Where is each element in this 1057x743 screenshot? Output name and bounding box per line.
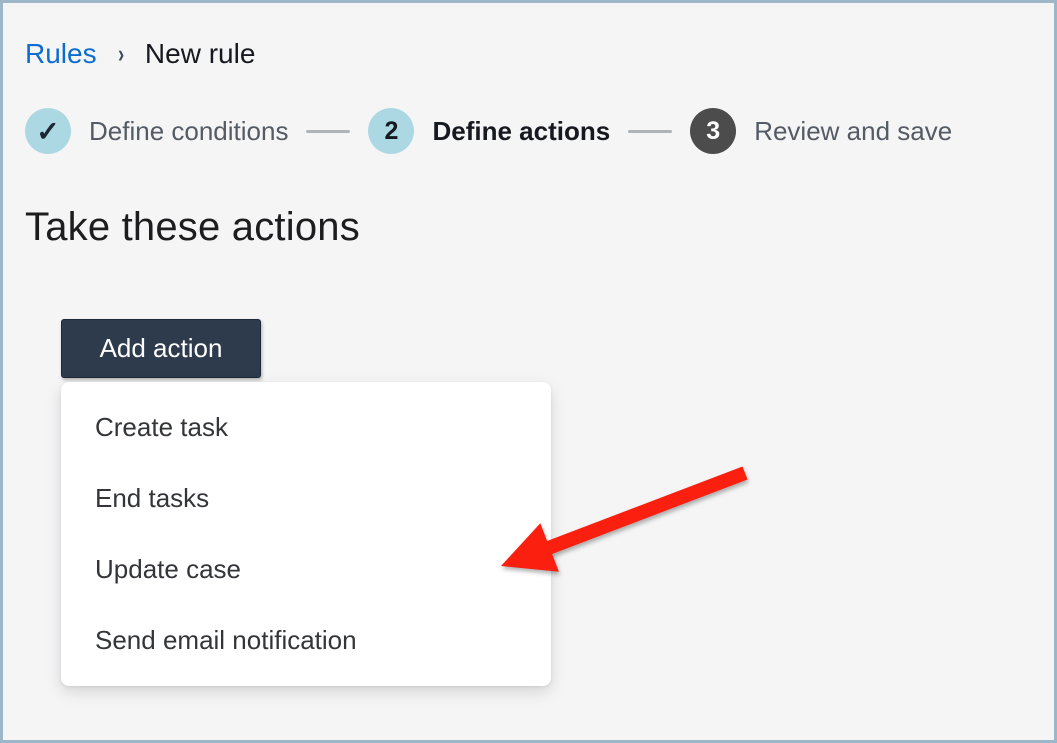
page-title: Take these actions [25,205,360,250]
menu-item-create-task[interactable]: Create task [61,392,551,463]
step-label: Define conditions [89,116,288,147]
menu-item-send-email-notification[interactable]: Send email notification [61,605,551,676]
add-action-button[interactable]: Add action [61,319,261,378]
step-connector [628,130,672,133]
step-connector [306,130,350,133]
step-review-and-save: 3 Review and save [690,108,952,154]
step-number-badge: 2 [368,108,414,154]
step-completed-check-icon: ✓ [25,108,71,154]
menu-item-end-tasks[interactable]: End tasks [61,463,551,534]
wizard-stepper: ✓ Define conditions 2 Define actions 3 R… [25,108,952,154]
breadcrumb-link-rules[interactable]: Rules [25,37,97,71]
step-label: Define actions [432,116,610,147]
breadcrumb-current-new-rule: New rule [145,37,255,71]
step-define-conditions: ✓ Define conditions [25,108,288,154]
new-rule-wizard-screen: Rules › New rule ✓ Define conditions 2 D… [0,0,1057,743]
chevron-right-icon: › [118,39,124,69]
step-number-badge: 3 [690,108,736,154]
breadcrumb: Rules › New rule [25,37,255,71]
menu-item-update-case[interactable]: Update case [61,534,551,605]
add-action-dropdown-menu: Create task End tasks Update case Send e… [61,382,551,686]
step-define-actions: 2 Define actions [368,108,610,154]
step-label: Review and save [754,116,952,147]
